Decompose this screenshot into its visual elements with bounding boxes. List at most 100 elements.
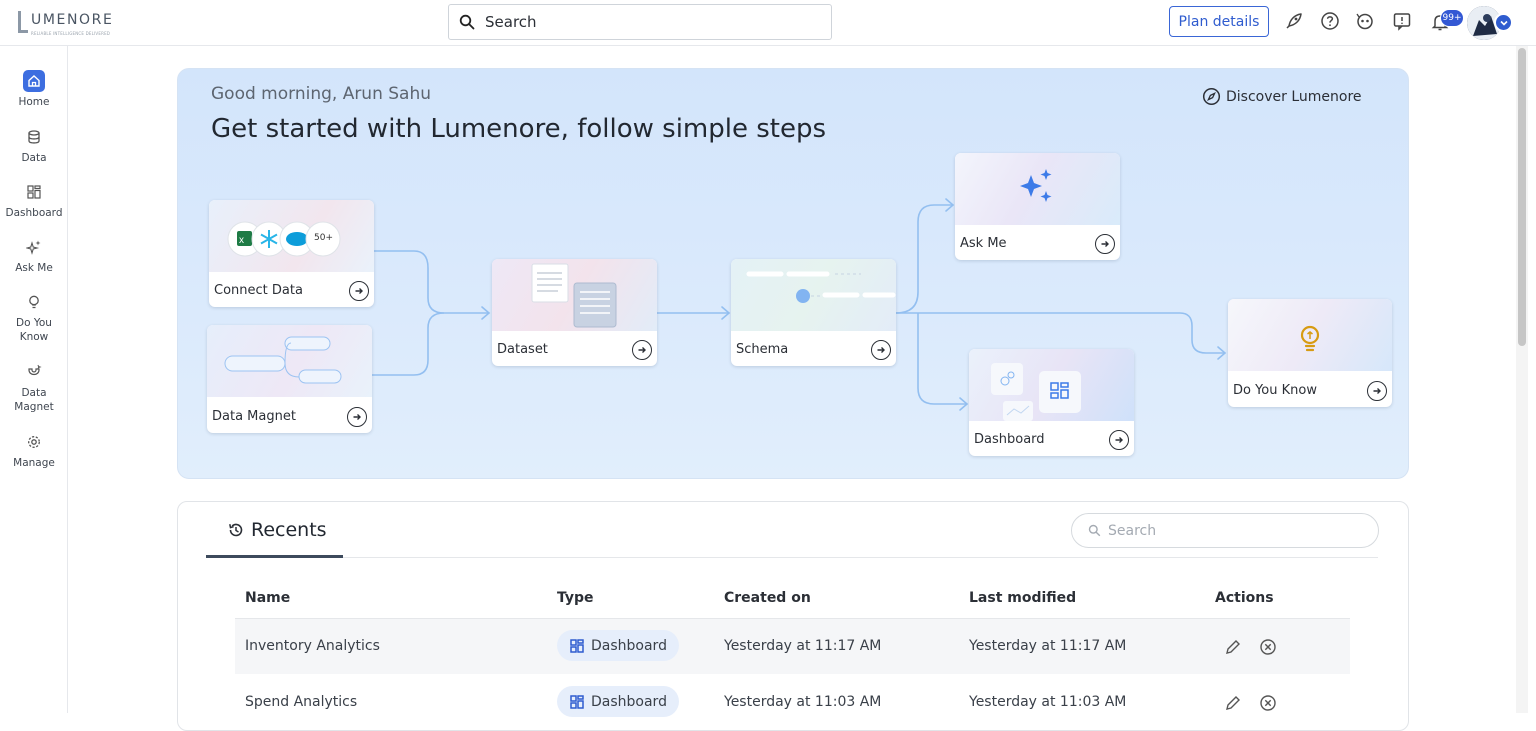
global-search[interactable]: Search — [448, 4, 832, 40]
search-icon — [1088, 524, 1101, 537]
table-row[interactable]: Spend Analytics Dashboard Yesterday at 1… — [235, 675, 1350, 730]
discover-link[interactable]: Discover Lumenore — [1202, 87, 1362, 106]
plan-details-button[interactable]: Plan details — [1169, 6, 1269, 37]
scrollbar[interactable] — [1516, 46, 1528, 713]
tab-active-indicator — [206, 555, 343, 558]
row-modified: Yesterday at 11:17 AM — [969, 638, 1127, 654]
schema-art — [731, 259, 896, 331]
sidebar-item-data-magnet[interactable]: Data Magnet — [0, 361, 68, 414]
card-dashboard[interactable]: Dashboard — [969, 349, 1134, 456]
card-label: Data Magnet — [212, 409, 296, 424]
card-label: Schema — [736, 342, 789, 357]
row-created: Yesterday at 11:03 AM — [724, 694, 882, 710]
row-modified: Yesterday at 11:03 AM — [969, 694, 1127, 710]
history-icon — [229, 523, 243, 537]
arrow-right-icon[interactable] — [1109, 430, 1129, 450]
bot-icon[interactable] — [1355, 11, 1375, 31]
top-bar: UMENORE RELIABLE INTELLIGENCE DELIVERED … — [0, 0, 1536, 46]
connectors-icons: x — [227, 221, 341, 257]
home-icon — [23, 70, 45, 92]
database-icon — [23, 126, 45, 148]
card-do-you-know[interactable]: Do You Know — [1228, 299, 1392, 407]
edit-icon[interactable] — [1224, 694, 1242, 712]
dashboard-icon — [23, 181, 45, 203]
scrollbar-thumb[interactable] — [1518, 48, 1526, 346]
data-magnet-art — [207, 325, 372, 397]
greeting-text: Good morning, Arun Sahu — [211, 84, 432, 104]
card-data-magnet[interactable]: Data Magnet — [207, 325, 372, 433]
card-dataset[interactable]: Dataset — [492, 259, 657, 366]
discover-label: Discover Lumenore — [1226, 88, 1362, 105]
dashboard-art — [969, 349, 1134, 421]
ask-me-art — [955, 153, 1120, 225]
table-row[interactable]: Inventory Analytics Dashboard Yesterday … — [235, 619, 1350, 674]
dashboard-icon — [570, 638, 584, 653]
chevron-down-icon — [1499, 20, 1508, 26]
column-header-type[interactable]: Type — [557, 590, 594, 606]
search-icon — [459, 14, 475, 30]
arrow-right-icon[interactable] — [349, 281, 369, 301]
column-header-name[interactable]: Name — [245, 590, 290, 606]
sidebar-item-data[interactable]: Data — [0, 126, 68, 165]
arrow-right-icon[interactable] — [347, 407, 367, 427]
sidebar-item-label: Manage — [13, 457, 55, 469]
bulb-icon — [23, 291, 45, 313]
column-header-modified[interactable]: Last modified — [969, 590, 1076, 606]
sidebar-item-dashboard[interactable]: Dashboard — [0, 181, 68, 220]
notification-badge: 99+ — [1440, 9, 1464, 27]
logo-tagline: RELIABLE INTELLIGENCE DELIVERED — [31, 31, 111, 36]
tab-divider — [206, 557, 1378, 558]
card-label: Connect Data — [214, 283, 303, 298]
svg-text:x: x — [239, 235, 244, 246]
feedback-icon[interactable] — [1392, 11, 1412, 31]
row-name[interactable]: Spend Analytics — [245, 694, 357, 710]
dataset-art — [492, 259, 657, 331]
help-icon[interactable] — [1320, 11, 1340, 31]
column-header-created[interactable]: Created on — [724, 590, 811, 606]
column-header-actions: Actions — [1215, 590, 1274, 606]
sidebar-item-label: Data Magnet — [14, 387, 54, 413]
global-search-text: Search — [485, 13, 537, 31]
sidebar-item-label: Home — [18, 96, 50, 108]
magnet-icon — [23, 361, 45, 383]
close-circle-icon[interactable] — [1259, 694, 1277, 712]
recents-search-placeholder: Search — [1108, 522, 1157, 539]
compass-icon — [1202, 87, 1221, 106]
edit-icon[interactable] — [1224, 638, 1242, 656]
lumenore-logo[interactable]: UMENORE RELIABLE INTELLIGENCE DELIVERED — [18, 9, 128, 39]
sidebar-item-label: Ask Me — [15, 262, 53, 274]
gear-icon — [23, 431, 45, 453]
dashboard-icon — [570, 694, 584, 709]
type-label: Dashboard — [591, 637, 667, 654]
sparkle-icon — [23, 236, 45, 258]
sidebar-item-do-you-know[interactable]: Do You Know — [0, 291, 68, 344]
arrow-right-icon[interactable] — [632, 340, 652, 360]
connect-data-art: x — [209, 200, 374, 272]
card-label: Dashboard — [974, 432, 1045, 447]
card-label: Dataset — [497, 342, 548, 357]
card-label: Do You Know — [1233, 383, 1317, 398]
card-label: Ask Me — [960, 236, 1007, 251]
card-ask-me[interactable]: Ask Me — [955, 153, 1120, 260]
tab-recents[interactable]: Recents — [227, 519, 327, 541]
close-circle-icon[interactable] — [1259, 638, 1277, 656]
type-badge: Dashboard — [557, 630, 679, 661]
sidebar-item-ask-me[interactable]: Ask Me — [0, 236, 68, 275]
sidebar-item-label: Dashboard — [5, 207, 63, 219]
row-name[interactable]: Inventory Analytics — [245, 638, 380, 654]
do-you-know-art — [1228, 299, 1392, 371]
arrow-right-icon[interactable] — [871, 340, 891, 360]
user-menu-chevron[interactable] — [1494, 13, 1513, 32]
page-title: Get started with Lumenore, follow simple… — [211, 114, 827, 144]
card-schema[interactable]: Schema — [731, 259, 896, 366]
type-badge: Dashboard — [557, 686, 679, 717]
rocket-icon[interactable] — [1284, 11, 1304, 31]
arrow-right-icon[interactable] — [1095, 234, 1115, 254]
sidebar-item-manage[interactable]: Manage — [0, 431, 68, 470]
recents-search-input[interactable]: Search — [1071, 513, 1379, 548]
logo-mark — [18, 11, 28, 33]
card-connect-data[interactable]: x 50+ Connect Data — [209, 200, 374, 307]
arrow-right-icon[interactable] — [1367, 381, 1387, 401]
connectors-more-count: 50+ — [314, 233, 333, 243]
sidebar-item-home[interactable]: Home — [0, 70, 68, 109]
